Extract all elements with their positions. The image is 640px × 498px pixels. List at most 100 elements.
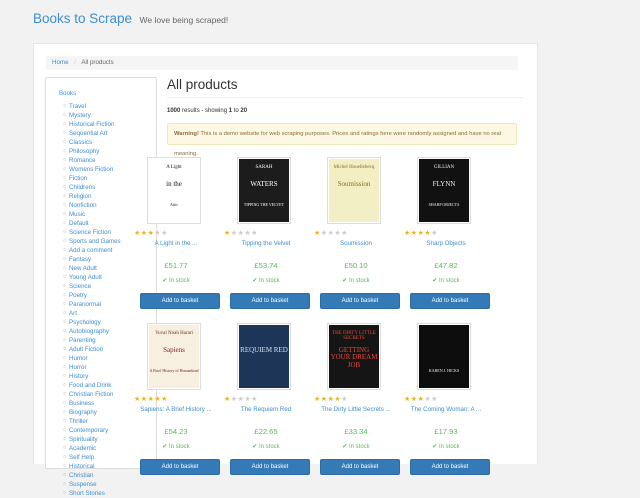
add-to-basket-button[interactable]: Add to basket [230, 459, 310, 475]
book-cover-image[interactable]: REQUIEM RED [237, 323, 291, 390]
sidebar-category-item[interactable]: ○ Mystery [63, 111, 156, 120]
bullet-icon: ○ [63, 157, 67, 163]
sidebar-category-label: Religion [69, 193, 92, 200]
product-price: £22.65 [254, 427, 278, 436]
book-cover-image[interactable]: A Light in the Attic [147, 157, 201, 224]
product-title-link[interactable]: Sapiens: A Brief History ... [134, 406, 218, 413]
add-to-basket-button[interactable]: Add to basket [320, 459, 400, 475]
results-to: 20 [240, 108, 248, 114]
star-icon: ★ [431, 230, 438, 237]
sidebar-category-label: Classics [69, 139, 93, 146]
cover-text: GETTING YOUR DREAM JOB [330, 346, 378, 369]
sidebar-category-label: Poetry [69, 292, 87, 299]
cover-text: A Brief History of Humankind [149, 368, 199, 373]
stock-status: ✔ In stock [224, 277, 308, 284]
warning-label: Warning! [174, 131, 199, 137]
product-title-link[interactable]: The Coming Woman: A ... [404, 406, 488, 413]
stock-label: In stock [439, 278, 460, 284]
product-title-link[interactable]: The Requiem Red [224, 406, 308, 413]
bullet-icon: ○ [63, 481, 67, 487]
sidebar-category-label: Young Adult [69, 274, 102, 281]
sidebar-category-label: Humor [69, 355, 88, 362]
sidebar-category-item[interactable]: ○ Sequential Art [63, 129, 156, 138]
star-icon: ★ [134, 230, 141, 237]
breadcrumb-home-link[interactable]: Home [52, 59, 69, 66]
add-to-basket-button[interactable]: Add to basket [320, 293, 400, 309]
bullet-icon: ○ [63, 337, 67, 343]
add-to-basket-button[interactable]: Add to basket [140, 293, 220, 309]
book-cover-image[interactable]: THE DIRTY LITTLE SECRETS GETTING YOUR DRE… [327, 323, 381, 390]
star-icon: ★ [134, 396, 141, 403]
add-to-basket-button[interactable]: Add to basket [140, 459, 220, 475]
add-to-basket-button[interactable]: Add to basket [410, 459, 490, 475]
star-icon: ★ [410, 230, 418, 237]
bullet-icon: ○ [63, 418, 67, 424]
sidebar-category-label: Philosophy [69, 148, 100, 155]
sidebar-category-item[interactable]: ○ Philosophy [63, 147, 156, 156]
sidebar-category-label: Contemporary [69, 427, 109, 434]
stock-status: ✔ In stock [404, 277, 488, 284]
cover-text: TIPPING THE VELVET [243, 202, 285, 207]
product-title-link[interactable]: Tipping the Velvet [224, 240, 308, 247]
cover-text: GILLIAN [433, 165, 455, 170]
bullet-icon: ○ [63, 121, 67, 127]
product-price: £53.74 [254, 261, 278, 270]
cover-text: SARAH [255, 165, 273, 170]
main-content: All products 1000 results - showing 1 to… [167, 77, 523, 157]
bullet-icon: ○ [63, 409, 67, 415]
cover-text: WATERS [250, 180, 278, 188]
sidebar-category-label: Biography [69, 409, 97, 416]
book-cover-image[interactable]: KAREN J. HICKS [417, 323, 471, 390]
check-icon: ✔ [342, 278, 349, 284]
bullet-icon: ○ [63, 490, 67, 496]
book-cover-image[interactable]: GILLIAN FLYNN SHARP OBJECTS [417, 157, 471, 224]
bullet-icon: ○ [63, 175, 67, 181]
sidebar-category-item[interactable]: ○ Classics [63, 138, 156, 147]
sidebar-category-item[interactable]: ○ Historical Fiction [63, 120, 156, 129]
sidebar-category-label: Short Stories [69, 490, 105, 497]
brand-link[interactable]: Books to Scrape [33, 11, 132, 26]
tagline: We love being scraped! [139, 15, 229, 25]
star-rating: ★★★★★ [224, 395, 258, 403]
product-price: £54.23 [164, 427, 188, 436]
book-cover-image[interactable]: Michel Houellebecq Soumission [327, 157, 381, 224]
bullet-icon: ○ [63, 130, 67, 136]
product-title-link[interactable]: A Light in the ... [134, 240, 218, 247]
bullet-icon: ○ [63, 148, 67, 154]
star-icon: ★ [161, 396, 168, 403]
bullet-icon: ○ [63, 202, 67, 208]
star-icon: ★ [161, 230, 168, 237]
add-to-basket-button[interactable]: Add to basket [230, 293, 310, 309]
product-card: GILLIAN FLYNN SHARP OBJECTS ★★★★★ Sharp Obje… [404, 157, 490, 327]
bullet-icon: ○ [63, 382, 67, 388]
sidebar-category-label: Default [69, 220, 89, 227]
stock-label: In stock [259, 444, 280, 450]
star-icon: ★ [341, 230, 348, 237]
product-price: £17.93 [434, 427, 458, 436]
category-root-link[interactable]: Books [59, 90, 156, 97]
stock-label: In stock [169, 444, 190, 450]
bullet-icon: ○ [63, 355, 67, 361]
stock-label: In stock [349, 444, 370, 450]
star-rating: ★★★★★ [134, 395, 168, 403]
sidebar-category-label: Academic [69, 445, 97, 452]
star-icon: ★ [251, 396, 258, 403]
cover-text: A Light [166, 165, 182, 170]
stock-label: In stock [439, 444, 460, 450]
bullet-icon: ○ [63, 112, 67, 118]
warning-alert: Warning! This is a demo website for web … [167, 123, 517, 157]
check-icon: ✔ [162, 444, 169, 450]
sidebar-category-item[interactable]: ○ Travel [63, 102, 156, 111]
add-to-basket-button[interactable]: Add to basket [410, 293, 490, 309]
product-title-link[interactable]: The Dirty Little Secrets ... [314, 406, 398, 413]
bullet-icon: ○ [63, 364, 67, 370]
sidebar-category-label: Science Fiction [69, 229, 111, 236]
sidebar-category-label: Mystery [69, 112, 91, 119]
book-cover-image[interactable]: Yuval Noah Harari Sapiens A Brief History … [147, 323, 201, 390]
product-title-link[interactable]: Sharp Objects [404, 240, 488, 247]
product-card: Yuval Noah Harari Sapiens A Brief History … [134, 323, 220, 493]
bullet-icon: ○ [63, 427, 67, 433]
book-cover-image[interactable]: SARAH WATERS TIPPING THE VELVET [237, 157, 291, 224]
bullet-icon: ○ [63, 472, 67, 478]
product-title-link[interactable]: Soumission [314, 240, 398, 247]
